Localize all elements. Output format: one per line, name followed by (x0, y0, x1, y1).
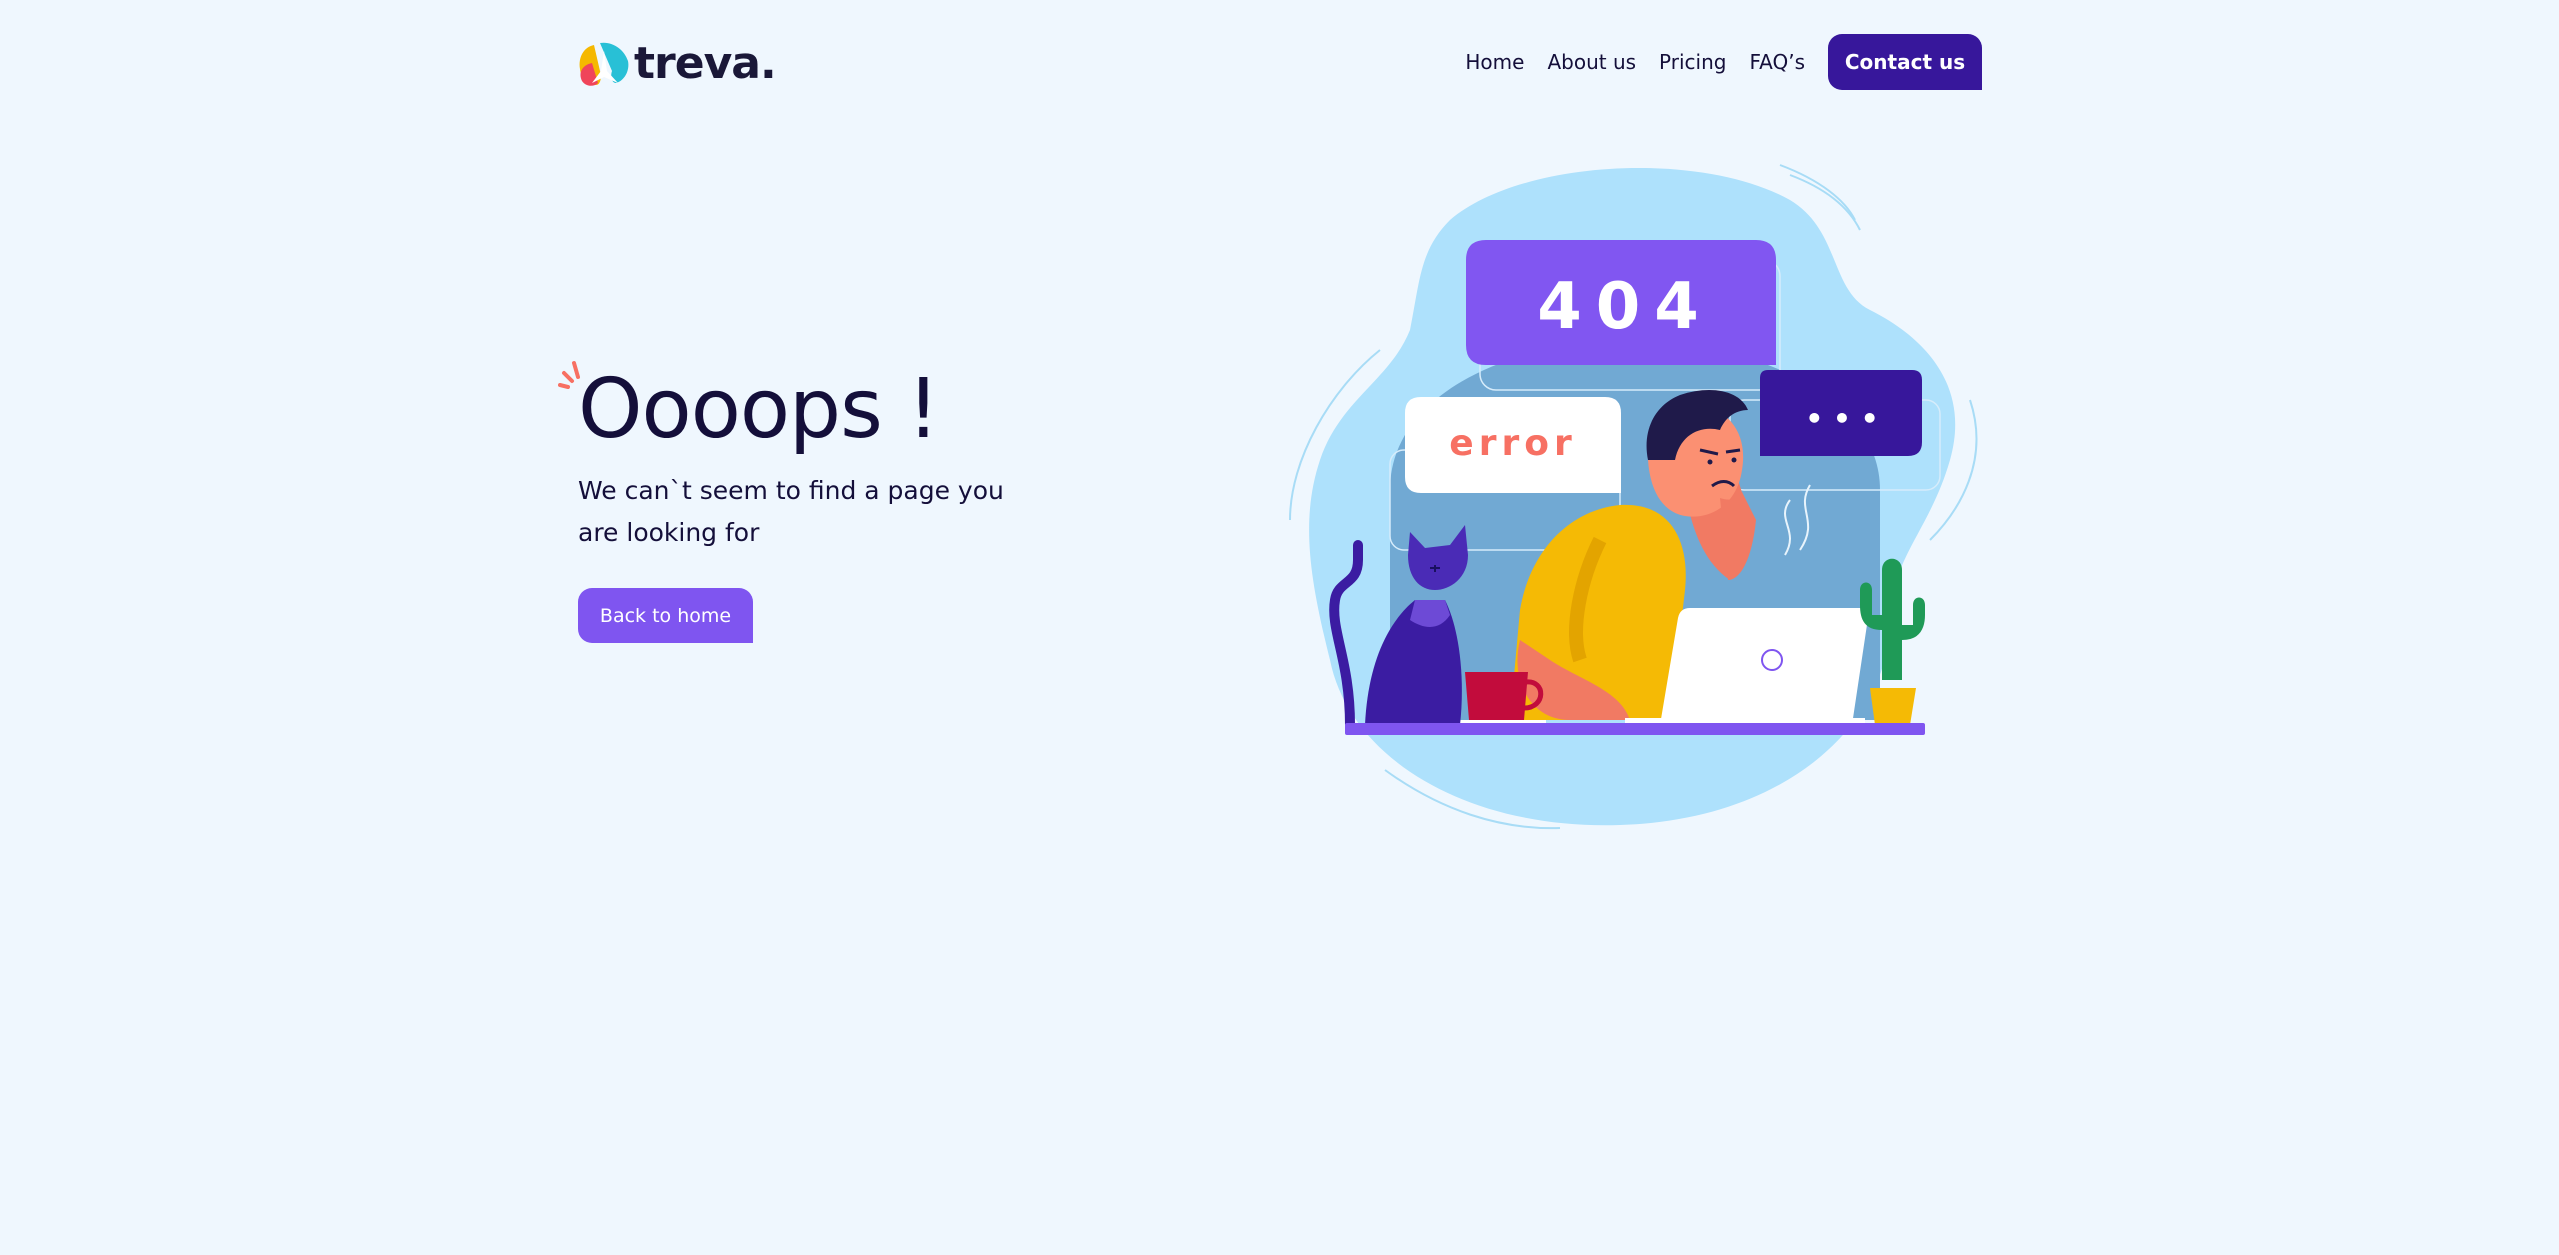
nav-pricing-link[interactable]: Pricing (1659, 50, 1726, 74)
nav-about-link[interactable]: About us (1547, 50, 1636, 74)
page-title: Oooops ! (578, 362, 940, 457)
typing-badge-text: • • • (1805, 402, 1878, 435)
illustration-svg: 404 error • • • (1289, 164, 1978, 830)
main-nav: Home About us Pricing FAQ’s Contact us (1465, 34, 1982, 90)
code-badge-text: 404 (1537, 270, 1713, 344)
typing-badge: • • • (1760, 370, 1922, 456)
error-illustration: 404 error • • • (1270, 160, 1990, 840)
code-badge: 404 (1466, 240, 1776, 365)
page: treva. Home About us Pricing FAQ’s Conta… (0, 0, 2559, 1255)
desk (1345, 723, 1925, 735)
nav-home-link[interactable]: Home (1465, 50, 1524, 74)
logo[interactable]: treva. (578, 34, 777, 94)
page-subtitle: We can`t seem to find a page you are loo… (578, 476, 1004, 547)
logo-text: treva. (634, 38, 777, 89)
site-header: treva. Home About us Pricing FAQ’s Conta… (578, 34, 1982, 94)
error-badge-text: error (1449, 423, 1576, 464)
error-badge: error (1405, 397, 1621, 493)
hero-section: Oooops ! We can`t seem to find a page yo… (558, 360, 1098, 643)
nav-faq-link[interactable]: FAQ’s (1749, 50, 1805, 74)
logo-mark-icon (579, 42, 629, 86)
contact-button[interactable]: Contact us (1828, 34, 1982, 90)
back-to-home-button[interactable]: Back to home (578, 588, 753, 643)
spark-icon (558, 361, 580, 389)
